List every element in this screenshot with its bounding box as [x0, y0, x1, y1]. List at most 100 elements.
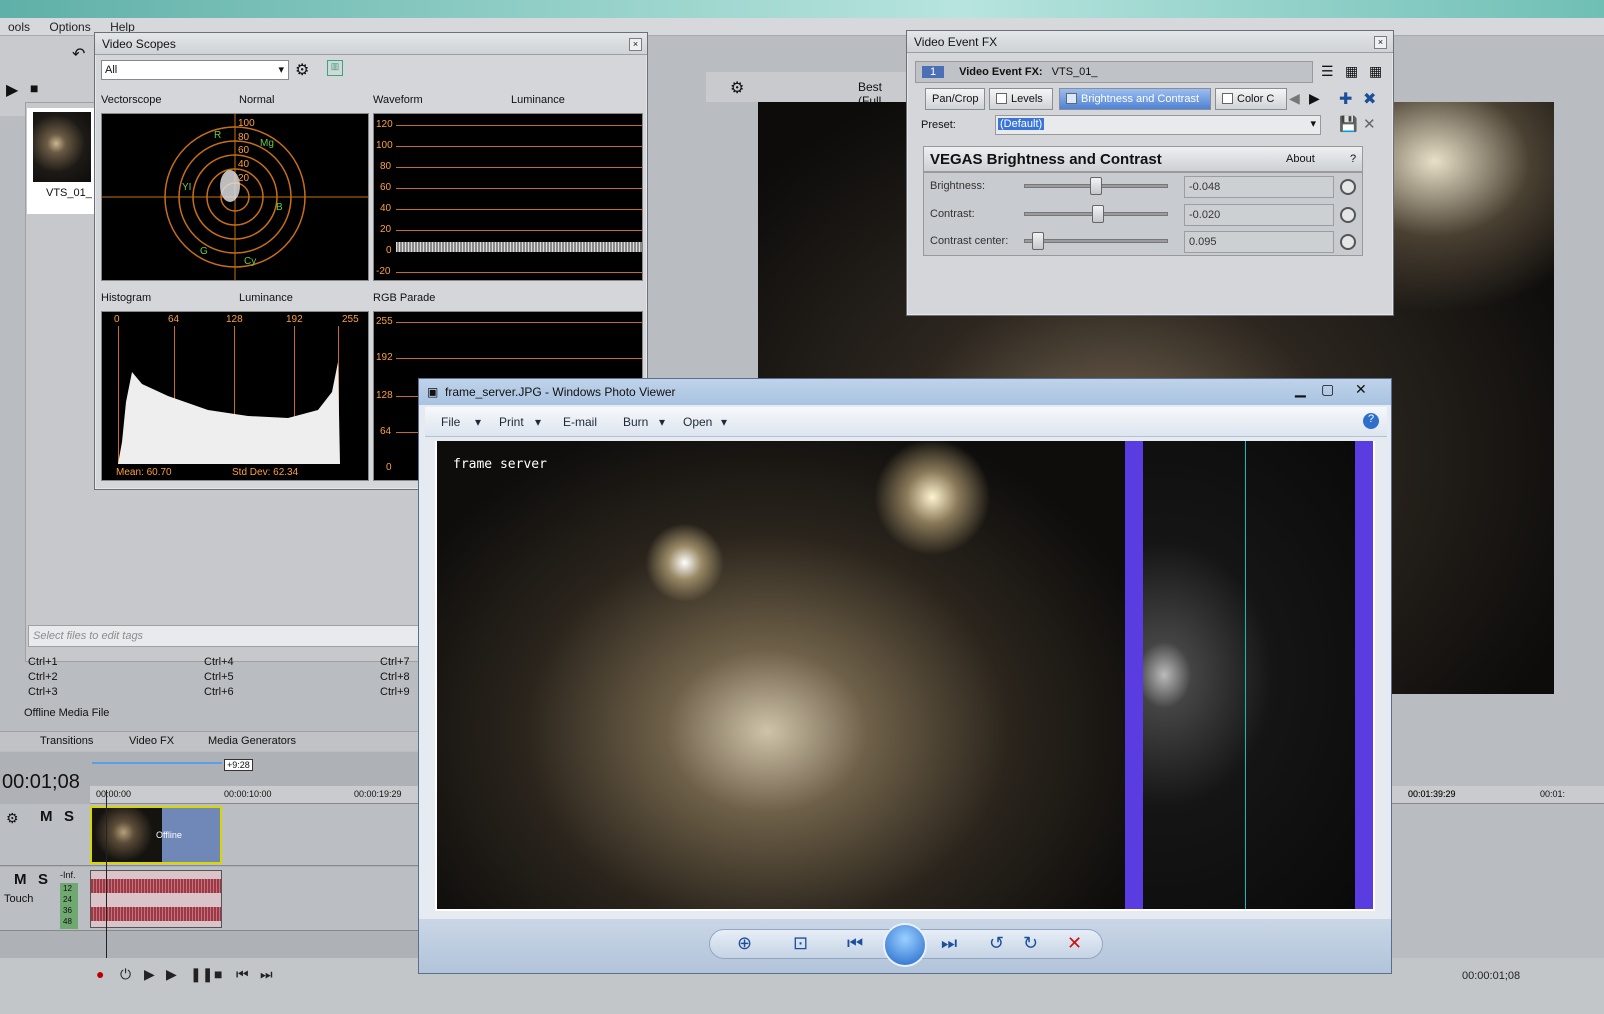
maximize-icon[interactable]: ▢ [1321, 381, 1334, 398]
grid-large-icon[interactable]: ▦ [1369, 63, 1382, 80]
chevron-down-icon[interactable]: ▾ [721, 415, 727, 429]
contrast-center-slider[interactable] [1024, 239, 1168, 243]
chevron-down-icon[interactable]: ▾ [535, 415, 541, 429]
menu-tools[interactable]: ools [0, 18, 38, 36]
contrast-knob[interactable] [1092, 205, 1104, 223]
solo-button[interactable]: S [64, 808, 74, 825]
brightness-value[interactable]: -0.048 [1184, 176, 1334, 198]
mute-button[interactable]: M [40, 808, 53, 825]
tab-video-fx[interactable]: Video FX [129, 735, 174, 747]
about-link[interactable]: About [1286, 153, 1315, 165]
volume-readout: -Inf. [60, 870, 76, 880]
stop-icon[interactable]: ■ [30, 80, 38, 96]
photo-viewer-titlebar[interactable]: ▣ frame_server.JPG - Windows Photo Viewe… [419, 379, 1391, 405]
tab-levels[interactable]: Levels [989, 88, 1053, 110]
slideshow-button[interactable] [883, 923, 927, 967]
delete-preset-icon[interactable]: ✕ [1363, 115, 1376, 133]
audio-clip[interactable] [90, 870, 222, 928]
play-icon[interactable]: ▶ [6, 80, 18, 100]
audio-waveform [91, 879, 221, 893]
waveform-label: Waveform [373, 94, 423, 106]
plugin-chain-icon[interactable]: ✚ [1339, 89, 1352, 109]
fx-chain-number[interactable]: 1 [922, 66, 944, 78]
tab-color-corrector[interactable]: Color C [1215, 88, 1287, 110]
menu-email[interactable]: E-mail [563, 415, 597, 429]
pause-icon[interactable]: ❚❚ [190, 966, 213, 983]
play-icon[interactable]: ▶ [166, 966, 177, 983]
rotate-right-icon[interactable]: ↻ [1023, 933, 1038, 954]
window-docking-tabs: Transitions Video FX Media Generators [0, 731, 420, 751]
window-title[interactable]: Video Scopes [95, 33, 647, 55]
fx-header-value: VTS_01_ [1051, 66, 1098, 78]
minimize-icon[interactable]: ▁ [1295, 381, 1306, 398]
stop-icon[interactable]: ■ [214, 966, 222, 982]
close-icon[interactable]: ✕ [1355, 381, 1367, 398]
window-title[interactable]: Video Event FX [907, 31, 1393, 53]
ruler-tick: 00:00:10:00 [224, 789, 272, 799]
gear-icon[interactable]: ⚙ [730, 78, 744, 98]
tab-brightness-contrast[interactable]: Brightness and Contrast [1059, 88, 1211, 110]
save-preset-icon[interactable]: 💾 [1339, 115, 1358, 133]
chevron-down-icon[interactable]: ▾ [659, 415, 665, 429]
help-icon[interactable]: ? [1363, 413, 1379, 429]
play-from-start-icon[interactable]: ▶ [144, 966, 155, 983]
contrast-center-label: Contrast center: [930, 235, 1009, 247]
animate-icon[interactable] [1340, 207, 1356, 223]
tab-scroll-right-icon[interactable]: ▶ [1309, 90, 1320, 107]
automation-mode[interactable]: Touch [4, 893, 33, 905]
menu-print[interactable]: Print [499, 415, 524, 429]
histogram-mode[interactable]: Luminance [239, 292, 293, 304]
tab-pan-crop[interactable]: Pan/Crop [925, 88, 986, 110]
animate-icon[interactable] [1340, 234, 1356, 250]
previous-icon[interactable]: ⏮ [847, 933, 863, 954]
grid-icon[interactable]: ▦ [1345, 63, 1358, 80]
contrast-center-knob[interactable] [1032, 232, 1044, 250]
undo-icon[interactable]: ↶ [72, 44, 85, 64]
remove-plugin-icon[interactable]: ✖ [1363, 89, 1376, 109]
go-end-icon[interactable]: ⏭ [260, 966, 273, 983]
zoom-icon[interactable]: ⊕ [737, 933, 752, 954]
solo-button[interactable]: S [38, 871, 48, 888]
menu-options[interactable]: Options [41, 18, 98, 36]
layout-icon[interactable]: ☰ [1321, 63, 1334, 80]
tab-media-generators[interactable]: Media Generators [208, 735, 296, 747]
mute-button[interactable]: M [14, 871, 27, 888]
brightness-knob[interactable] [1090, 177, 1102, 195]
menu-open[interactable]: Open [683, 415, 712, 429]
overlay-text: frame server [453, 457, 547, 472]
target-label: YI [182, 182, 192, 193]
loop-icon[interactable]: ⏻ [120, 966, 131, 983]
preset-select[interactable]: (Default) ▾ [995, 115, 1321, 135]
photo-canvas: frame server [435, 441, 1375, 911]
rotate-left-icon[interactable]: ↺ [989, 933, 1004, 954]
ring-label: 80 [238, 132, 250, 143]
chevron-down-icon[interactable]: ▾ [475, 415, 481, 429]
loop-region[interactable] [92, 762, 222, 764]
record-icon[interactable]: ● [96, 966, 104, 982]
tags-input[interactable]: Select files to edit tags [28, 625, 428, 647]
contrast-value[interactable]: -0.020 [1184, 204, 1334, 226]
menu-file[interactable]: File [441, 415, 460, 429]
delete-icon[interactable]: ✕ [1067, 933, 1082, 954]
tab-scroll-left-icon[interactable]: ◀ [1289, 90, 1300, 107]
vectorscope-mode[interactable]: Normal [239, 94, 274, 106]
histogram-graph [118, 362, 340, 464]
animate-icon[interactable] [1340, 179, 1356, 195]
histogram-tick: 192 [286, 314, 303, 325]
scope-select[interactable]: All ▾ [101, 60, 289, 80]
histogram-icon[interactable]: ▥ [327, 60, 343, 76]
gear-icon[interactable]: ⚙ [295, 60, 309, 80]
thumb-label: VTS_01_ [46, 187, 92, 199]
menu-burn[interactable]: Burn [623, 415, 648, 429]
contrast-center-value[interactable]: 0.095 [1184, 231, 1334, 253]
playhead[interactable] [106, 790, 107, 960]
waveform-mode[interactable]: Luminance [511, 94, 565, 106]
next-icon[interactable]: ⏭ [941, 933, 957, 954]
help-button[interactable]: ? [1350, 153, 1356, 165]
close-button[interactable]: × [1374, 36, 1387, 49]
gear-icon[interactable]: ⚙ [6, 810, 19, 827]
close-button[interactable]: × [629, 38, 642, 51]
go-start-icon[interactable]: ⏮ [236, 966, 249, 983]
tab-transitions[interactable]: Transitions [40, 735, 93, 747]
actual-size-icon[interactable]: ⊡ [793, 933, 808, 954]
